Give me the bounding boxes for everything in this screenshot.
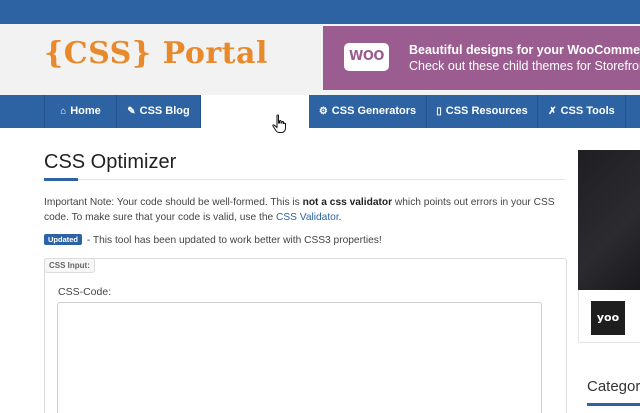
nav-item-css-resources[interactable]: ▯ CSS Resources [427,95,538,128]
sidebar-banner-image[interactable] [578,150,640,290]
nav-item-label: CSS Tools [560,105,615,117]
sidebar-title-accent [587,403,640,406]
nav-item-css-generators[interactable]: ⚙ CSS Generators [309,95,427,128]
nav-item-label: Home [70,105,101,117]
nav-divider [44,95,45,128]
nav-item-label: CSS Generators [331,105,417,117]
note-emphasis: not a css validator [302,197,393,208]
nav-item-css-tools[interactable]: ✗ CSS Tools [538,95,626,128]
updated-badge: Updated [44,234,82,245]
site-logo[interactable]: {CSS} Portal [44,36,268,71]
nav-item-home[interactable]: ⌂ Home [45,95,117,128]
css-code-label: CSS-Code: [58,286,112,298]
ad-headline: Beautiful designs for your WooCommerce [409,43,640,57]
top-bar [0,0,640,24]
nav-item-label: CSS Blog [139,105,190,117]
gear-icon: ⚙ [318,106,328,117]
yootheme-logo: yoo [591,301,625,335]
ad-subline: Check out these child themes for Storefr… [409,59,640,73]
main-navigation: ⌂ Home ✎ CSS Blog ⚙ CSS Generators ▯ CSS Res… [0,95,640,128]
note-text: Important Note: Your code should be well… [44,197,303,208]
hand-cursor-icon [272,114,286,133]
css-code-textarea[interactable] [57,302,542,413]
update-notice: Updated - This tool has been updated to … [44,234,382,246]
update-text: - This tool has been updated to work bet… [84,235,382,246]
title-accent-bar [44,178,78,181]
sidebar-section-title: Categori [587,378,640,395]
home-icon: ⌂ [60,106,67,117]
wrench-icon: ✗ [548,106,557,117]
title-divider [44,179,565,180]
file-icon: ▯ [436,106,442,117]
woocommerce-ad-banner[interactable]: WOO Beautiful designs for your WooCommer… [323,26,640,90]
nav-item-active[interactable] [201,95,309,128]
nav-item-label: CSS Resources [445,105,528,117]
page-title: CSS Optimizer [44,151,177,173]
nav-item-css-blog[interactable]: ✎ CSS Blog [117,95,201,128]
css-validator-link[interactable]: CSS Validator [276,212,339,223]
important-note: Important Note: Your code should be well… [44,195,569,225]
note-text: . [338,212,342,223]
pencil-icon: ✎ [127,106,136,117]
woo-logo: WOO [344,43,389,71]
css-input-tag: CSS Input: [44,258,95,273]
